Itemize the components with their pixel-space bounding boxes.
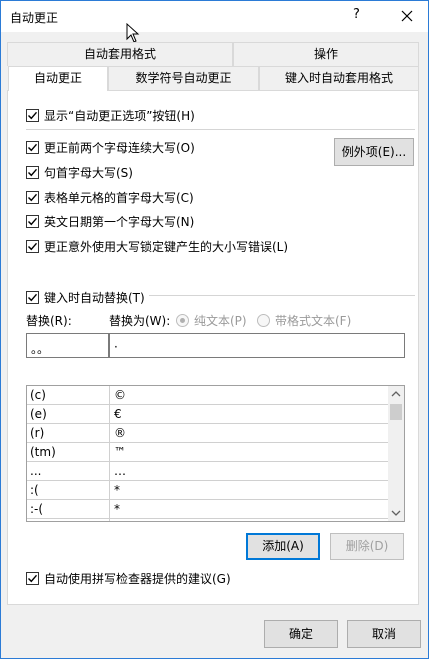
exceptions-button[interactable]: 例外项(E)... bbox=[334, 138, 414, 166]
add-button[interactable]: 添加(A) bbox=[246, 533, 320, 560]
spellcheck-suggestions-checkbox[interactable]: 自动使用拼写检查器提供的建议(G) bbox=[26, 570, 231, 587]
close-icon bbox=[401, 10, 413, 22]
tab-autoformat-as-you-type[interactable]: 键入时自动套用格式 bbox=[259, 66, 419, 90]
entry-with: … bbox=[114, 464, 126, 478]
tab-autoformat[interactable]: 自动套用格式 bbox=[7, 42, 233, 66]
checkbox-label: 英文日期第一个字母大写(N) bbox=[44, 215, 195, 229]
replace-input[interactable]: 。。 bbox=[26, 333, 109, 358]
tab-math-autocorrect[interactable]: 数学符号自动更正 bbox=[108, 66, 259, 90]
entry-with: ® bbox=[114, 426, 126, 440]
replace-as-you-type-checkbox[interactable]: 键入时自动替换(T) bbox=[26, 289, 149, 306]
two-initial-caps-checkbox[interactable]: 更正前两个字母连续大写(O) bbox=[26, 139, 195, 156]
with-input[interactable]: · bbox=[109, 333, 405, 358]
capitalize-days-checkbox[interactable]: 英文日期第一个字母大写(N) bbox=[26, 213, 194, 230]
list-item[interactable]: :-( * bbox=[27, 500, 388, 519]
checkbox-checked-icon bbox=[26, 572, 39, 585]
entry-with: ™ bbox=[114, 445, 126, 459]
checkbox-label: 显示“自动更正选项”按钮(H) bbox=[44, 109, 195, 123]
entry-replace: (tm) bbox=[30, 445, 56, 459]
title-bar: 自动更正 ? bbox=[1, 1, 428, 32]
list-item[interactable]: (c) © bbox=[27, 386, 388, 405]
scroll-up-icon[interactable] bbox=[391, 390, 401, 398]
caps-lock-checkbox[interactable]: 更正意外使用大写锁定键产生的大小写错误(L) bbox=[26, 238, 288, 255]
ok-button[interactable]: 确定 bbox=[264, 620, 338, 648]
plain-text-radio[interactable]: 纯文本(P) bbox=[176, 312, 247, 329]
checkbox-label: 表格单元格的首字母大写(C) bbox=[44, 191, 194, 205]
entry-replace: ... bbox=[30, 464, 42, 478]
entry-with: * bbox=[114, 483, 120, 497]
checkbox-checked-icon bbox=[26, 141, 39, 154]
checkbox-label: 键入时自动替换(T) bbox=[44, 291, 145, 305]
tab-label: 操作 bbox=[313, 47, 338, 61]
replace-label: 替换(R): bbox=[26, 314, 72, 328]
entry-replace: (e) bbox=[30, 407, 47, 421]
checkbox-label: 更正前两个字母连续大写(O) bbox=[44, 141, 195, 155]
radio-unselected-icon bbox=[257, 314, 270, 327]
checkbox-checked-icon bbox=[26, 215, 39, 228]
tab-autocorrect[interactable]: 自动更正 bbox=[8, 66, 108, 91]
list-item[interactable]: (r) ® bbox=[27, 424, 388, 443]
checkbox-checked-icon bbox=[26, 240, 39, 253]
cancel-button[interactable]: 取消 bbox=[347, 620, 421, 648]
tab-label: 自动套用格式 bbox=[83, 47, 156, 61]
checkbox-label: 句首字母大写(S) bbox=[44, 166, 133, 180]
checkbox-checked-icon bbox=[26, 291, 39, 304]
tab-label: 自动更正 bbox=[33, 71, 82, 85]
list-item[interactable]: ... … bbox=[27, 462, 388, 481]
list-item[interactable]: (tm) ™ bbox=[27, 443, 388, 462]
list-item[interactable]: :( * bbox=[27, 481, 388, 500]
radio-label: 纯文本(P) bbox=[194, 314, 247, 328]
entry-replace: (c) bbox=[30, 388, 46, 402]
entry-replace: :( bbox=[30, 483, 39, 497]
list-scrollbar[interactable] bbox=[388, 386, 404, 521]
checkbox-checked-icon bbox=[26, 166, 39, 179]
tab-label: 键入时自动套用格式 bbox=[284, 71, 393, 85]
entry-with: © bbox=[114, 388, 126, 402]
autocorrect-entries-list[interactable]: (c) © (e) € (r) ® (tm) ™ ... … :( * :-( … bbox=[26, 385, 405, 522]
entry-with: * bbox=[114, 502, 120, 516]
tab-actions[interactable]: 操作 bbox=[233, 42, 419, 66]
checkbox-label: 更正意外使用大写锁定键产生的大小写错误(L) bbox=[44, 240, 289, 254]
checkbox-checked-icon bbox=[26, 109, 39, 122]
show-autocorrect-buttons-checkbox[interactable]: 显示“自动更正选项”按钮(H) bbox=[26, 107, 195, 124]
scroll-down-icon[interactable] bbox=[391, 509, 401, 517]
delete-button[interactable]: 删除(D) bbox=[330, 533, 404, 560]
divider bbox=[26, 129, 415, 130]
formatted-text-radio[interactable]: 带格式文本(F) bbox=[257, 312, 351, 329]
entry-replace: (r) bbox=[30, 426, 45, 440]
entry-with: € bbox=[114, 407, 122, 421]
scrollbar-thumb[interactable] bbox=[390, 404, 402, 420]
radio-label: 带格式文本(F) bbox=[275, 314, 352, 328]
mouse-cursor-icon bbox=[126, 23, 140, 43]
radio-selected-icon bbox=[176, 314, 189, 327]
capitalize-table-cells-checkbox[interactable]: 表格单元格的首字母大写(C) bbox=[26, 189, 194, 206]
help-button[interactable]: ? bbox=[353, 7, 360, 22]
close-button[interactable] bbox=[393, 3, 421, 29]
with-label: 替换为(W): bbox=[109, 314, 171, 328]
entry-replace: :-( bbox=[30, 502, 44, 516]
autocorrect-dialog: 自动更正 ? 自动套用格式 操作 自动更正 数学符号自动更正 键入时自动套用格式… bbox=[0, 0, 429, 659]
checkbox-label: 自动使用拼写检查器提供的建议(G) bbox=[44, 572, 231, 586]
capitalize-sentences-checkbox[interactable]: 句首字母大写(S) bbox=[26, 164, 133, 181]
list-item[interactable]: (e) € bbox=[27, 405, 388, 424]
window-title: 自动更正 bbox=[10, 11, 59, 25]
checkbox-checked-icon bbox=[26, 191, 39, 204]
tab-label: 数学符号自动更正 bbox=[135, 71, 232, 85]
